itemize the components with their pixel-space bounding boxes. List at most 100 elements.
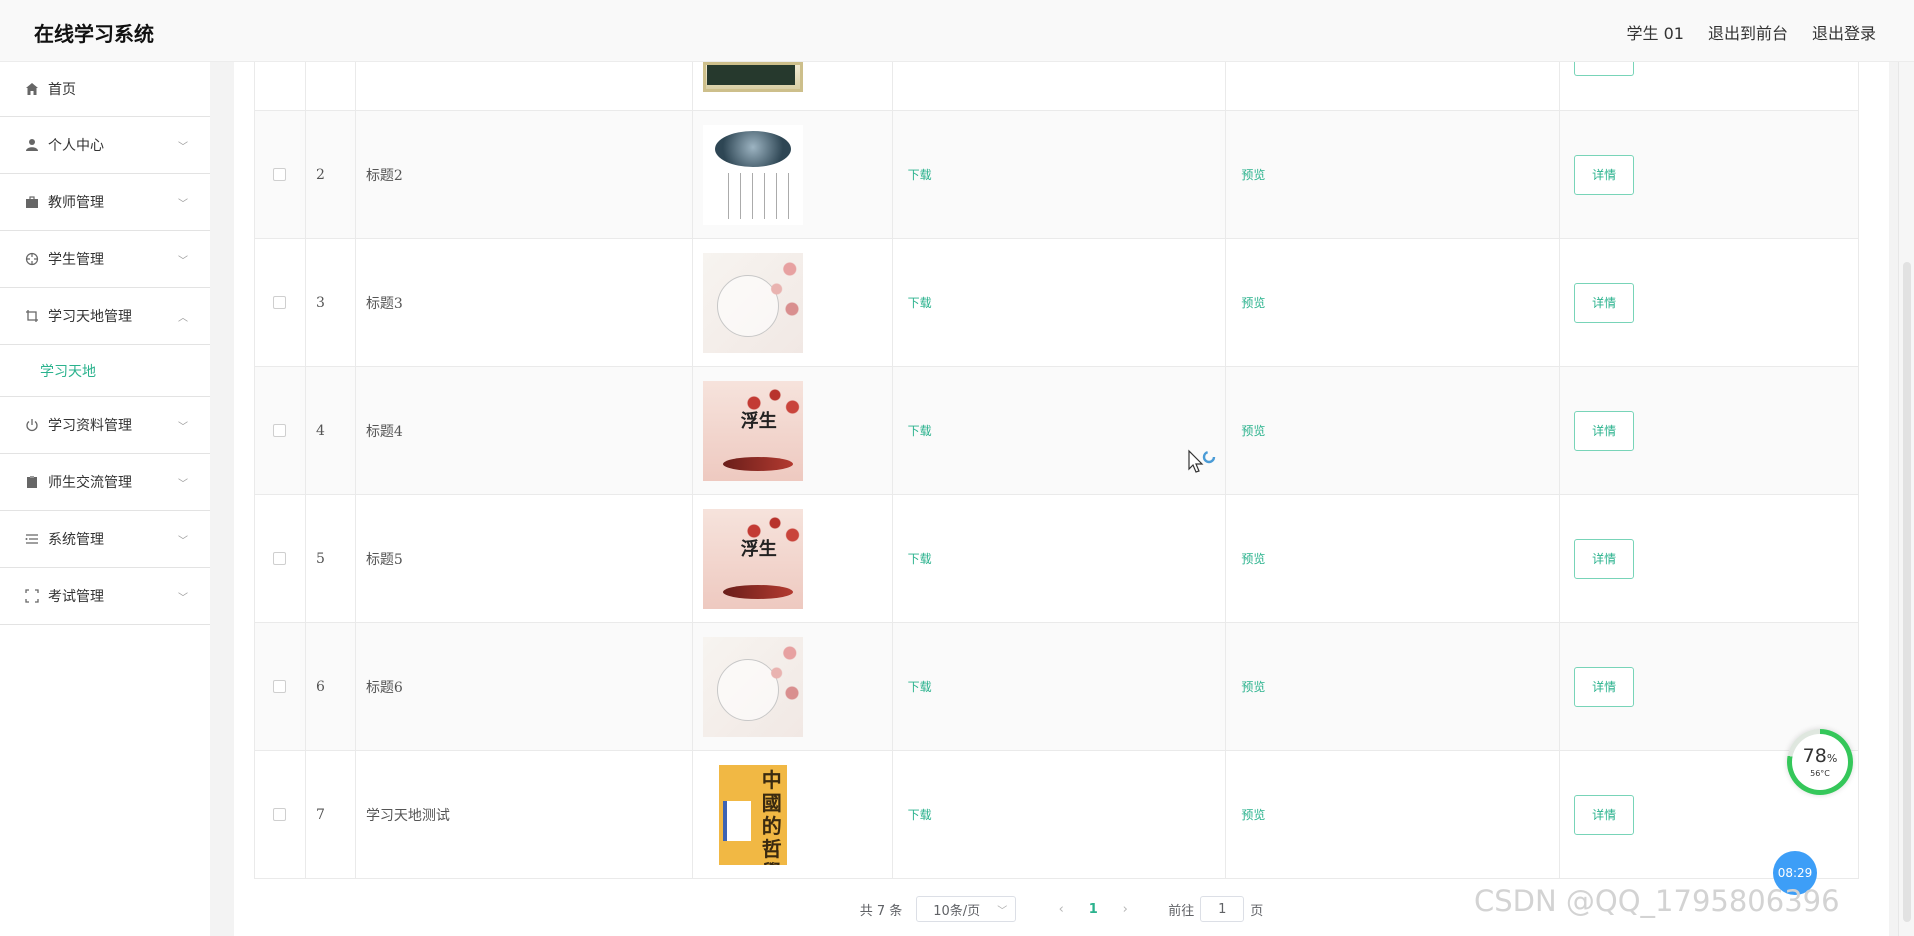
watermark: CSDN @QQ_1795806396 [1474,884,1840,918]
row-checkbox[interactable] [273,424,287,437]
sidebar-item-label: 个人中心 [48,138,104,154]
sidebar-item-label: 教师管理 [48,195,104,211]
detail-button[interactable]: 详情 [1574,282,1635,323]
preview-link[interactable]: 预览 [1241,550,1265,567]
preview-link[interactable]: 预览 [1241,166,1265,183]
app-title: 在线学习系统 [34,22,154,46]
chevron-down-icon: ﹀ [178,479,188,490]
row-title: 标题3 [356,239,693,366]
chevron-down-icon: ﹀ [178,142,188,153]
chevron-down-icon: ﹀ [178,422,188,433]
download-link[interactable]: 下载 [908,294,932,311]
top-bar: 在线学习系统 学生 01 退出到前台 退出登录 [0,0,1914,62]
sidebar-item-materials[interactable]: 学习资料管理 ﹀ [0,397,210,454]
chevron-up-icon: ︿ [178,313,188,324]
sidebar-item-home[interactable]: 首页 [0,62,210,117]
scrollbar[interactable] [1898,62,1914,936]
table-row: 3 标题3 下载 预览 详情 [255,239,1859,367]
row-checkbox[interactable] [273,552,287,565]
row-title: 标题2 [356,111,693,238]
sidebar-item-label: 系统管理 [48,532,104,548]
table-row [255,62,1859,111]
row-title: 标题5 [356,495,693,622]
row-title: 标题4 [356,367,693,494]
table-row: 2 标题2 下载 预览 详情 [255,111,1859,239]
sidebar-item-label: 考试管理 [48,589,104,605]
scrollbar-thumb[interactable] [1903,262,1911,922]
gauge-percent: 78 [1802,745,1827,767]
user-name[interactable]: 学生 01 [1627,20,1684,44]
detail-button[interactable]: 详情 [1574,666,1635,707]
row-index: 2 [306,111,356,238]
detail-button[interactable]: 详情 [1574,154,1635,195]
table-row: 4 标题4 浮生 下载 预览 详情 [255,367,1859,495]
next-page-button[interactable]: › [1106,902,1144,917]
chevron-down-icon: ﹀ [178,593,188,604]
main-content: 2 标题2 下载 预览 详情 3 标题3 下载 预览 详情 4 标题4 浮生 下… [234,62,1889,936]
row-checkbox[interactable] [273,808,287,821]
row-checkbox[interactable] [273,296,287,309]
detail-button[interactable]: 详情 [1574,410,1635,451]
sidebar-item-label: 学生管理 [48,252,104,268]
download-link[interactable]: 下载 [908,422,932,439]
table-row: 6 标题6 下载 预览 详情 [255,623,1859,751]
sidebar-item-exams[interactable]: 考试管理 ﹀ [0,568,210,625]
row-title: 学习天地测试 [356,751,693,878]
sidebar-item-label: 首页 [48,82,76,98]
sidebar-item-teachers[interactable]: 教师管理 ﹀ [0,174,210,231]
gauge-temperature: 56°C [1810,769,1830,778]
download-link[interactable]: 下载 [908,166,932,183]
detail-button[interactable]: 详情 [1574,794,1635,835]
detail-button[interactable] [1574,62,1635,76]
sidebar-item-label: 师生交流管理 [48,475,132,491]
download-link[interactable]: 下载 [908,678,932,695]
sidebar-subitem-study-world[interactable]: 学习天地 [0,345,210,397]
clipboard-icon [24,474,40,490]
sidebar-item-students[interactable]: 学生管理 ﹀ [0,231,210,288]
list-icon [24,531,40,547]
thumbnail-image [702,636,803,737]
pagination-total: 共 7 条 [859,903,903,919]
row-index: 4 [306,367,356,494]
preview-link[interactable]: 预览 [1241,294,1265,311]
preview-link[interactable]: 预览 [1241,422,1265,439]
table-row: 5 标题5 浮生 下载 预览 详情 [255,495,1859,623]
thumbnail-image: 浮生 [702,380,803,481]
download-link[interactable]: 下载 [908,550,932,567]
row-index: 7 [306,751,356,878]
row-index: 6 [306,623,356,750]
row-index: 5 [306,495,356,622]
sidebar-item-study-world-admin[interactable]: 学习天地管理 ︿ [0,288,210,345]
sidebar-item-personal[interactable]: 个人中心 ﹀ [0,117,210,174]
user-icon [24,137,40,153]
preview-link[interactable]: 预览 [1241,678,1265,695]
home-icon [24,81,40,97]
chevron-down-icon: ﹀ [178,199,188,210]
page-jump-input[interactable] [1200,896,1245,922]
prev-page-button[interactable]: ‹ [1042,902,1080,917]
sidebar-item-system[interactable]: 系统管理 ﹀ [0,511,210,568]
thumbnail-image [702,124,803,225]
crosshair-icon [24,251,40,267]
exit-to-front-link[interactable]: 退出到前台 [1708,20,1788,44]
logout-link[interactable]: 退出登录 [1812,20,1876,44]
download-link[interactable]: 下载 [908,806,932,823]
page-number[interactable]: 1 [1080,902,1106,917]
briefcase-icon [24,194,40,210]
cpu-gauge[interactable]: 78% 56°C [1787,729,1853,795]
detail-button[interactable]: 详情 [1574,538,1635,579]
sidebar: 首页 个人中心 ﹀ 教师管理 ﹀ 学生管理 ﹀ 学习天地管理 ︿ 学习天地 学习… [0,62,210,936]
row-checkbox[interactable] [273,168,287,181]
preview-link[interactable]: 预览 [1241,806,1265,823]
data-table: 2 标题2 下载 预览 详情 3 标题3 下载 预览 详情 4 标题4 浮生 下… [254,62,1859,879]
row-checkbox[interactable] [273,680,287,693]
fullscreen-icon [24,588,40,604]
page-size-select[interactable]: 10条/页 ﹀ [916,896,1017,922]
thumbnail-image: 中國的哲學 [718,764,787,865]
sidebar-item-label: 学习天地管理 [48,309,132,325]
row-title: 标题6 [356,623,693,750]
page-jumper: 前往 页 [1168,896,1263,922]
power-icon [24,417,40,433]
sidebar-item-communication[interactable]: 师生交流管理 ﹀ [0,454,210,511]
top-links: 学生 01 退出到前台 退出登录 [1627,20,1876,44]
